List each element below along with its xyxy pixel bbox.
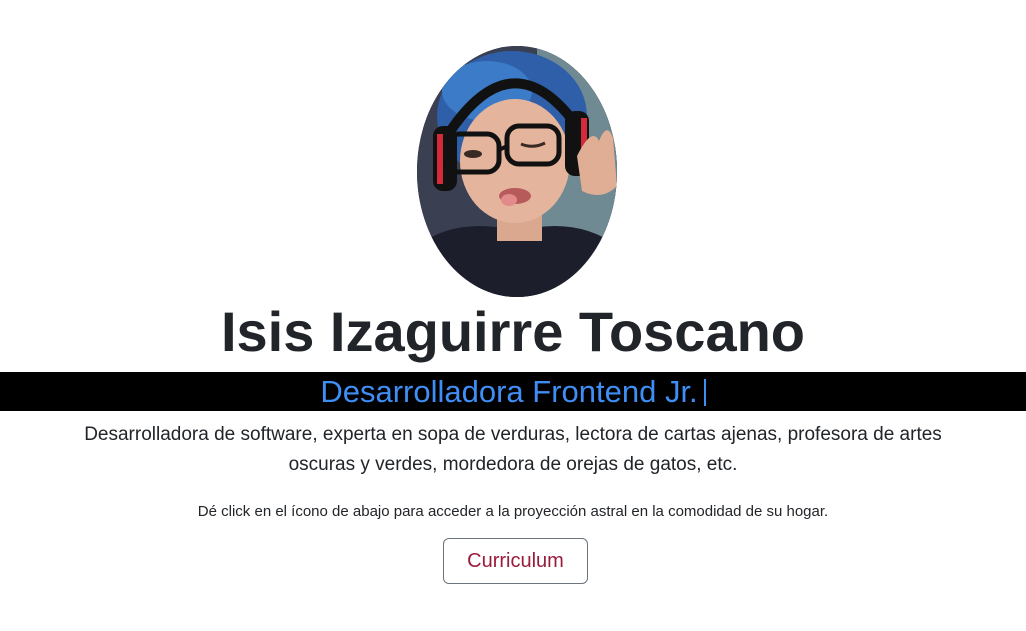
profile-bio: Desarrolladora de software, experta en s…	[84, 424, 942, 475]
curriculum-button[interactable]: Curriculum	[443, 538, 588, 584]
role-banner: Desarrolladora Frontend Jr.	[0, 372, 1026, 411]
profile-photo	[417, 46, 617, 297]
cv-hint: Dé click en el ícono de abajo para acced…	[197, 503, 829, 520]
role-title: Desarrolladora Frontend Jr.	[320, 374, 698, 409]
profile-name: Isis Izaguirre Toscano	[220, 300, 806, 363]
profile-page: Isis Izaguirre Toscano Desarrolladora Fr…	[0, 0, 1026, 631]
profile-photo-illustration	[417, 46, 617, 297]
typing-caret	[703, 379, 706, 406]
